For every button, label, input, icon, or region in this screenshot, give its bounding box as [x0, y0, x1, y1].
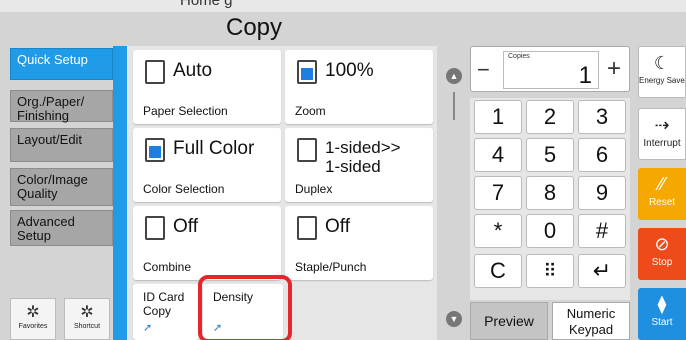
paper-label: Paper Selection — [143, 104, 228, 118]
preview-button[interactable]: Preview — [470, 302, 548, 340]
density-highlight-frame — [198, 275, 292, 340]
nav-color-image-quality[interactable]: Color/Image Quality — [10, 168, 113, 206]
energy-saver-button[interactable]: ☾ Energy Saver — [638, 46, 686, 98]
energy-saver-label: Energy Saver — [639, 76, 686, 85]
combine-icon — [145, 216, 165, 240]
id-card-label: ID Card Copy — [143, 290, 185, 318]
interrupt-label: Interrupt — [643, 138, 681, 149]
staple-value: Off — [325, 216, 350, 237]
copies-field[interactable]: Copies 1 — [503, 51, 599, 89]
copies-minus-button[interactable]: − — [477, 57, 490, 83]
key-8[interactable]: 8 — [526, 176, 574, 210]
zoom-label: Zoom — [295, 104, 326, 118]
shortcut-label: Shortcut — [73, 323, 101, 330]
numeric-keypad: 1 2 3 4 5 6 7 8 9 * 0 # C ⠿ ↵ — [470, 98, 630, 300]
key-2[interactable]: 2 — [526, 100, 574, 134]
color-value: Full Color — [173, 138, 255, 159]
nav-active-strip — [113, 46, 127, 340]
nav-quick-setup[interactable]: Quick Setup — [10, 48, 113, 80]
key-6[interactable]: 6 — [578, 138, 626, 172]
paper-icon — [145, 60, 165, 84]
staple-punch-tile[interactable]: Off Staple/Punch — [285, 206, 433, 280]
shortcut-button[interactable]: ✲ Shortcut — [64, 298, 110, 340]
duplex-icon — [297, 138, 317, 162]
interrupt-icon: ⇢ — [654, 115, 670, 135]
favorites-icon: ✲ — [26, 304, 40, 321]
combine-tile[interactable]: Off Combine — [133, 206, 281, 280]
duplex-label: Duplex — [295, 182, 333, 196]
key-4[interactable]: 4 — [474, 138, 522, 172]
nav-org-paper-finishing[interactable]: Org./Paper/ Finishing — [10, 90, 113, 123]
interrupt-button[interactable]: ⇢ Interrupt — [638, 108, 686, 160]
combine-value: Off — [173, 216, 198, 237]
dots-key-icon[interactable]: ⠿ — [526, 254, 574, 288]
start-icon: ⧫ — [657, 294, 667, 314]
staple-label: Staple/Punch — [295, 260, 367, 274]
zoom-value: 100% — [325, 60, 374, 81]
shortcut-arrow-icon: ➚ — [143, 322, 153, 334]
stop-button[interactable]: ⊘ Stop — [638, 228, 686, 280]
key-5[interactable]: 5 — [526, 138, 574, 172]
scroll-up-icon[interactable]: ▲ — [446, 68, 462, 84]
reset-label: Reset — [648, 197, 676, 208]
zoom-icon — [297, 60, 317, 84]
copies-plus-button[interactable]: + — [607, 55, 621, 83]
duplex-value-line1: 1-sided>> — [325, 138, 401, 157]
stop-label: Stop — [651, 257, 673, 268]
paper-selection-tile[interactable]: Auto Paper Selection — [133, 50, 281, 124]
nav-advanced-setup-label: Advanced Setup — [17, 214, 75, 243]
stop-icon: ⊘ — [654, 234, 670, 254]
copies-control: − Copies 1 + — [470, 46, 630, 92]
page-title: Copy — [226, 14, 283, 41]
id-card-copy-tile[interactable]: ID Card Copy ➚ — [133, 284, 199, 340]
numeric-keypad-button[interactable]: Numeric Keypad — [552, 302, 630, 340]
combine-label: Combine — [143, 260, 192, 274]
shortcut-icon: ✲ — [80, 304, 94, 321]
numeric-keypad-line2: Keypad — [568, 322, 614, 337]
color-selection-tile[interactable]: Full Color Color Selection — [133, 128, 281, 202]
scroll-down-icon[interactable]: ▼ — [446, 311, 462, 327]
reset-button[interactable]: ⁄⁄ Reset — [638, 168, 686, 220]
enter-key-icon[interactable]: ↵ — [578, 254, 626, 288]
nav-advanced-setup[interactable]: Advanced Setup — [10, 210, 113, 246]
nav-color-image-quality-label: Color/Image Quality — [17, 172, 88, 201]
clipped-header-text: Home g — [180, 0, 233, 9]
title-bar: Copy — [0, 12, 686, 42]
key-asterisk[interactable]: * — [474, 214, 522, 248]
zoom-tile[interactable]: 100% Zoom — [285, 50, 433, 124]
copies-label: Copies — [508, 53, 530, 60]
key-hash[interactable]: # — [578, 214, 626, 248]
moon-icon: ☾ — [653, 53, 671, 73]
duplex-tile[interactable]: 1-sided>> 1-sided Duplex — [285, 128, 433, 202]
start-button[interactable]: ⧫ Start — [638, 288, 686, 340]
nav-org-paper-finishing-label: Org./Paper/ Finishing — [17, 94, 85, 123]
clear-key[interactable]: C — [474, 254, 522, 288]
key-0[interactable]: 0 — [526, 214, 574, 248]
key-3[interactable]: 3 — [578, 100, 626, 134]
scroll-track — [453, 92, 455, 120]
start-label: Start — [651, 317, 673, 328]
nav-layout-edit[interactable]: Layout/Edit — [10, 128, 113, 162]
nav-layout-edit-label: Layout/Edit — [17, 132, 83, 147]
duplex-value-line2: 1-sided — [325, 157, 381, 176]
paper-value: Auto — [173, 60, 213, 81]
nav-quick-setup-label: Quick Setup — [17, 52, 88, 67]
key-9[interactable]: 9 — [578, 176, 626, 210]
favorites-button[interactable]: ✲ Favorites — [10, 298, 56, 340]
favorites-label: Favorites — [18, 323, 48, 330]
color-label: Color Selection — [143, 182, 225, 196]
reset-icon: ⁄⁄ — [658, 174, 665, 194]
numeric-keypad-line1: Numeric — [566, 306, 616, 321]
color-icon — [145, 138, 165, 162]
key-1[interactable]: 1 — [474, 100, 522, 134]
staple-icon — [297, 216, 317, 240]
copies-value: 1 — [578, 62, 592, 89]
key-7[interactable]: 7 — [474, 176, 522, 210]
